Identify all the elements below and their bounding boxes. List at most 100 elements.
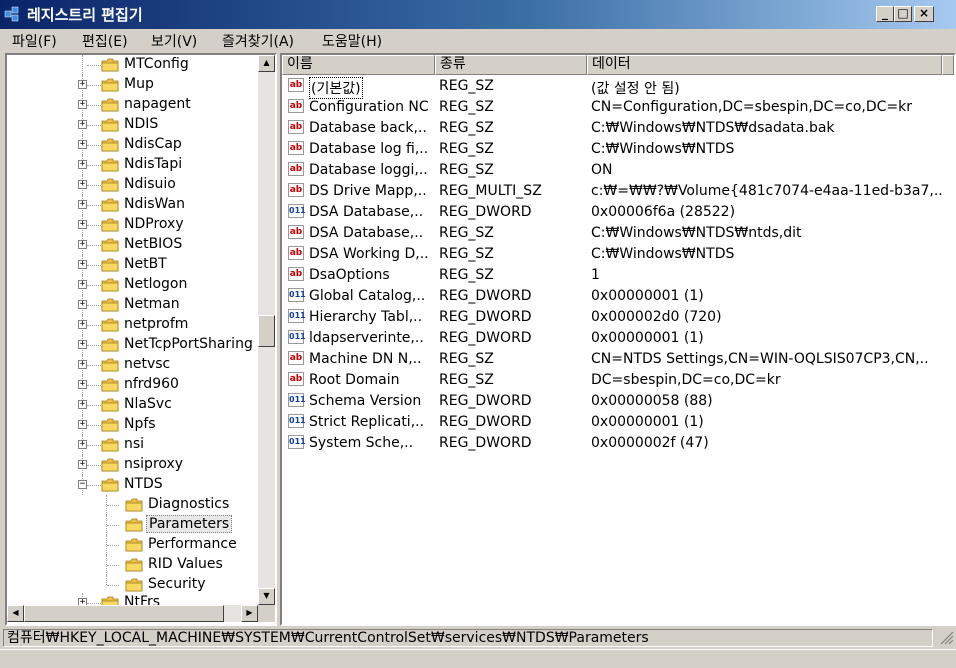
expand-icon[interactable]: + [78,140,87,149]
value-data: ON [591,162,613,178]
expand-icon[interactable]: + [78,440,87,449]
value-row[interactable]: 011 DSA Database,.. REG_DWORD 0x00006f6a (2… [282,203,954,224]
tree-hscroll-thumb[interactable] [24,605,224,622]
value-row[interactable]: 011 System Sche,.. REG_DWORD 0x0000002f (47… [282,434,954,455]
folder-icon [101,218,119,232]
value-row[interactable]: ab Database loggi,.. REG_SZ ON [282,161,954,182]
value-row[interactable]: 011 Strict Replicati,.. REG_DWORD 0x0000000… [282,413,954,434]
value-data: 0x00000001 (1) [591,330,704,346]
string-value-icon: ab [288,246,304,260]
value-row[interactable]: ab Configuration NC REG_SZ CN=Configuration… [282,98,954,119]
folder-icon [101,238,119,252]
expand-icon[interactable]: + [78,260,87,269]
scroll-left-button[interactable]: ◀ [7,605,24,622]
value-type: REG_SZ [439,162,494,178]
menu-help[interactable]: 도움말(H) [322,31,382,51]
expand-icon[interactable]: + [78,100,87,109]
tree-item-label: NDProxy [124,216,184,232]
value-row[interactable]: ab Machine DN N,.. REG_SZ CN=NTDS Settings,… [282,350,954,371]
binary-value-icon: 011 [288,309,306,323]
menu-edit[interactable]: 편집(E) [82,31,128,51]
key-tree: MTConfig + Mup + napagent + NDIS + NdisCap + NdisT… [7,55,258,605]
value-row[interactable]: 011 Global Catalog,.. REG_DWORD 0x00000001 … [282,287,954,308]
expand-icon[interactable]: + [78,280,87,289]
value-list-pane[interactable]: 이름 종류 데이터 ab (기본값) REG_SZ (값 설정 안 됨) ab Confi… [280,53,956,626]
value-row[interactable]: ab DsaOptions REG_SZ 1 [282,266,954,287]
value-type: REG_DWORD [439,309,532,325]
expand-icon[interactable]: + [78,180,87,189]
expand-icon[interactable]: + [78,420,87,429]
window-title: 레지스트리 편집기 [27,6,143,24]
arrow-down-icon: ▼ [263,591,270,600]
value-data: 0x00000001 (1) [591,288,704,304]
value-row[interactable]: 011 ldapserverinte,.. REG_DWORD 0x00000001 … [282,329,954,350]
value-row[interactable]: ab DS Drive Mapp,.. REG_MULTI_SZ c:₩=₩₩?₩Vo… [282,182,954,203]
folder-icon [101,438,119,452]
collapse-icon[interactable]: − [78,480,87,489]
expand-icon[interactable]: + [78,460,87,469]
value-row[interactable]: 011 Schema Version REG_DWORD 0x00000058 (88… [282,392,954,413]
expand-icon[interactable]: + [78,160,87,169]
column-header-data[interactable]: 데이터 [587,55,942,75]
tree-item-label: NtFrs [124,594,161,605]
tree-item-label: NetBT [124,256,167,272]
minimize-button[interactable]: _ [876,6,894,22]
title-bar[interactable]: 레지스트리 편집기 _ □ × [0,0,956,29]
menu-favorites[interactable]: 즐겨찾기(A) [222,31,294,51]
binary-value-icon: 011 [288,204,306,218]
expand-icon[interactable]: + [78,340,87,349]
value-row[interactable]: ab Root Domain REG_SZ DC=sbespin,DC=co,DC=k… [282,371,954,392]
scroll-down-button[interactable]: ▼ [258,588,275,605]
expand-icon[interactable]: + [78,80,87,89]
value-name: ldapserverinte,.. [309,330,424,346]
close-button[interactable]: × [914,6,934,22]
tree-item-label: Security [148,576,206,592]
tree-item-label: nsiproxy [124,456,184,472]
tree-scroll-thumb[interactable] [258,315,275,347]
taskbar-strip [0,649,956,668]
value-row[interactable]: 011 Hierarchy Tabl,.. REG_DWORD 0x000002d0 … [282,308,954,329]
value-row[interactable]: ab Database log fi,.. REG_SZ C:₩Windows₩NTD… [282,140,954,161]
expand-icon[interactable]: + [78,200,87,209]
value-row[interactable]: ab DSA Working D,.. REG_SZ C:₩Windows₩NTDS [282,245,954,266]
expand-icon[interactable]: + [78,240,87,249]
tree-item-label: netprofm [124,316,189,332]
tree-vertical-scrollbar[interactable]: ▲ ▼ [258,55,275,605]
resize-grip-icon[interactable] [940,631,954,645]
status-path: 컴퓨터₩HKEY_LOCAL_MACHINE₩SYSTEM₩CurrentCon… [3,629,933,647]
expand-icon[interactable]: + [78,220,87,229]
column-header-type[interactable]: 종류 [435,55,587,75]
value-type: REG_SZ [439,267,494,283]
expand-icon[interactable]: + [78,598,87,605]
expand-icon[interactable]: + [78,320,87,329]
binary-value-icon: 011 [288,330,306,344]
expand-icon[interactable]: + [78,300,87,309]
folder-icon [101,58,119,72]
value-row[interactable]: ab (기본값) REG_SZ (값 설정 안 됨) [282,77,954,99]
expand-icon[interactable]: + [78,380,87,389]
menu-view[interactable]: 보기(V) [151,31,197,51]
expand-icon[interactable]: + [78,120,87,129]
value-type: REG_SZ [439,141,494,157]
column-header-name[interactable]: 이름 [282,55,435,75]
folder-icon [101,318,119,332]
tree-horizontal-scrollbar[interactable]: ◀ ▶ [7,605,258,622]
maximize-button[interactable]: □ [894,6,912,22]
string-value-icon: ab [288,162,304,176]
arrow-left-icon: ◀ [12,608,19,617]
value-type: REG_SZ [439,351,494,367]
expand-icon[interactable]: + [78,400,87,409]
value-row[interactable]: ab DSA Database,.. REG_SZ C:₩Windows₩NTDS₩n… [282,224,954,245]
scroll-right-button[interactable]: ▶ [241,605,258,622]
value-data: 0x00000058 (88) [591,393,713,409]
value-row[interactable]: ab Database back,.. REG_SZ C:₩Windows₩NTDS₩… [282,119,954,140]
tree-item-label: NDIS [124,116,159,132]
tree-item-label: Performance [148,536,237,552]
scroll-up-button[interactable]: ▲ [258,55,275,72]
expand-icon[interactable]: + [78,360,87,369]
arrow-up-icon: ▲ [263,58,270,67]
value-data: C:₩Windows₩NTDS₩ntds,dit [591,225,802,241]
menu-file[interactable]: 파일(F) [12,31,57,51]
key-tree-pane[interactable]: MTConfig + Mup + napagent + NDIS + NdisCap + NdisT… [5,53,277,626]
tree-item-label: Parameters [146,515,233,533]
